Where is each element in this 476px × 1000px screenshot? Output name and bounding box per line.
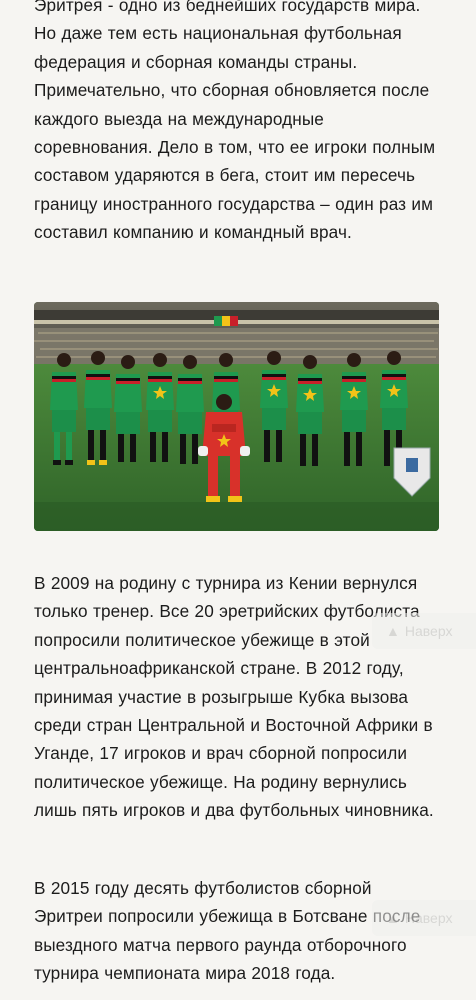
scroll-to-top-button[interactable]: ▲ Наверх (372, 613, 476, 649)
article-page: Эритрея - одно из беднейших государств м… (0, 0, 476, 1000)
team-photo (34, 302, 439, 531)
scroll-to-top-label: Наверх (404, 910, 453, 926)
scroll-to-top-button[interactable]: ▲ Наверх (372, 900, 476, 936)
arrow-up-icon: ▲ (386, 623, 400, 639)
arrow-up-icon: ▲ (386, 910, 400, 926)
article-paragraph-1: Эритрея - одно из беднейших государств м… (34, 0, 436, 243)
article-paragraph-2: В 2009 на родину с турнира из Кении верн… (34, 573, 434, 821)
scroll-to-top-label: Наверх (404, 623, 453, 639)
